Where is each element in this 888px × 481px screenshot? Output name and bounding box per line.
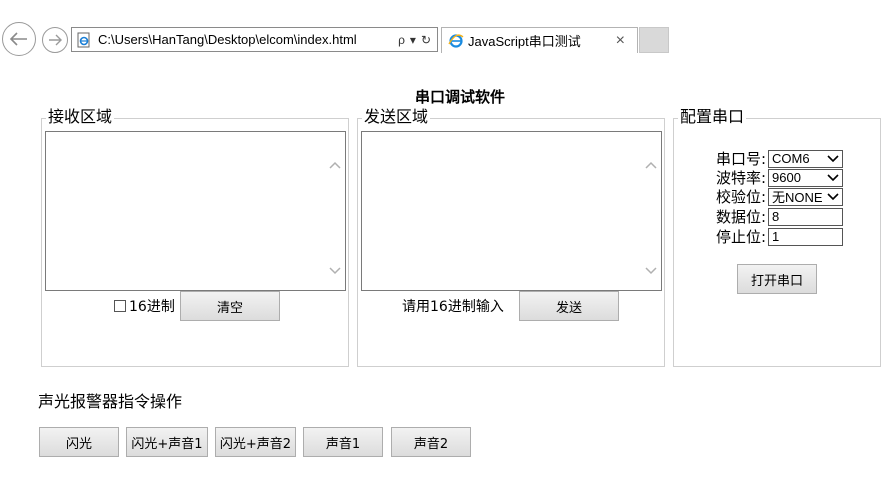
document-icon <box>77 32 90 47</box>
databits-input[interactable]: 8 <box>768 207 843 226</box>
page-title: 串口调试软件 <box>414 88 505 106</box>
config-legend: 配置串口 <box>678 107 747 127</box>
receive-area: 接收区域 16进制 清空 <box>41 107 349 367</box>
baud-value: 9600 <box>772 170 801 185</box>
parity-label: 校验位: <box>715 188 766 206</box>
send-legend: 发送区域 <box>362 107 431 127</box>
stopbits-input[interactable]: 1 <box>768 227 843 246</box>
baud-select[interactable]: 9600 <box>768 168 843 187</box>
port-value: COM6 <box>772 151 810 166</box>
databits-label: 数据位: <box>715 208 766 226</box>
forward-arrow-icon <box>49 34 62 46</box>
new-tab-button[interactable] <box>639 27 669 53</box>
port-label: 串口号: <box>715 150 766 168</box>
parity-select[interactable]: 无NONE <box>768 187 843 206</box>
chevron-down-icon <box>827 154 839 162</box>
dropdown-icon[interactable]: ▾ <box>410 33 416 47</box>
send-button[interactable]: 发送 <box>519 291 619 321</box>
chevron-down-icon <box>827 173 839 181</box>
chevron-down-icon <box>827 192 839 200</box>
scroll-down-icon[interactable] <box>644 266 658 276</box>
stopbits-row: 停止位: 1 <box>710 227 843 246</box>
back-button[interactable] <box>2 22 36 56</box>
baud-row: 波特率: 9600 <box>710 168 843 187</box>
parity-row: 校验位: 无NONE <box>710 187 843 206</box>
refresh-icon[interactable]: ↻ <box>421 33 431 47</box>
tab-title: JavaScript串口测试 <box>468 34 581 49</box>
alarm-section-title: 声光报警器指令操作 <box>38 392 183 411</box>
parity-value: 无NONE <box>772 190 823 205</box>
send-area: 发送区域 请用16进制输入 发送 <box>357 107 665 367</box>
address-url[interactable]: C:\Users\HanTang\Desktop\elcom\index.htm… <box>98 32 398 47</box>
stopbits-label: 停止位: <box>715 228 766 246</box>
hex-checkbox-row[interactable]: 16进制 <box>114 296 175 316</box>
flash-button[interactable]: 闪光 <box>39 427 119 457</box>
ie-icon <box>448 33 464 48</box>
address-bar[interactable]: C:\Users\HanTang\Desktop\elcom\index.htm… <box>71 27 438 52</box>
config-area: 配置串口 串口号: COM6 波特率: 9600 校验位: 无NONE 数据位:… <box>673 107 881 367</box>
scroll-down-icon[interactable] <box>328 266 342 276</box>
hex-checkbox[interactable] <box>114 300 126 312</box>
search-icon[interactable]: ρ <box>398 33 405 47</box>
open-port-button[interactable]: 打开串口 <box>737 264 817 294</box>
send-textarea[interactable] <box>361 131 662 291</box>
receive-textarea[interactable] <box>45 131 346 291</box>
databits-row: 数据位: 8 <box>710 207 843 226</box>
flash-sound2-button[interactable]: 闪光+声音2 <box>215 427 296 457</box>
receive-legend: 接收区域 <box>46 107 115 127</box>
back-arrow-icon <box>9 32 27 46</box>
browser-chrome: C:\Users\HanTang\Desktop\elcom\index.htm… <box>0 0 888 60</box>
clear-button[interactable]: 清空 <box>180 291 280 321</box>
tab-close-icon[interactable]: × <box>610 32 631 50</box>
port-select[interactable]: COM6 <box>768 149 843 168</box>
send-hint: 请用16进制输入 <box>402 299 504 315</box>
scroll-up-icon[interactable] <box>328 160 342 170</box>
forward-button[interactable] <box>42 27 68 53</box>
sound1-button[interactable]: 声音1 <box>303 427 383 457</box>
port-row: 串口号: COM6 <box>710 149 843 168</box>
browser-tab[interactable]: JavaScript串口测试 × <box>441 27 638 53</box>
hex-checkbox-label: 16进制 <box>129 299 175 315</box>
flash-sound1-button[interactable]: 闪光+声音1 <box>126 427 208 457</box>
scroll-up-icon[interactable] <box>644 160 658 170</box>
sound2-button[interactable]: 声音2 <box>391 427 471 457</box>
baud-label: 波特率: <box>715 169 766 187</box>
